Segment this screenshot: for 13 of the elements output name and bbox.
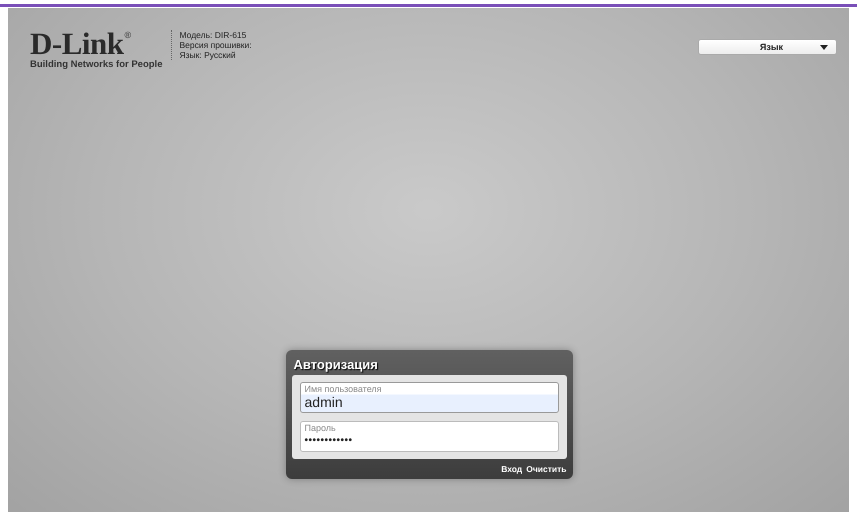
device-info-text: Версия прошивки: xyxy=(180,40,252,50)
input-field[interactable]: Имя пользователя admin xyxy=(300,382,558,413)
input-field[interactable]: Пароль •••••••••••• xyxy=(300,421,558,452)
language-select[interactable]: Язык xyxy=(698,39,837,55)
caret-icon xyxy=(820,44,828,50)
device-info-text: Модель: DIR-615 xyxy=(180,30,248,40)
logo-wordmark: D-Link xyxy=(30,30,124,58)
login-link-button[interactable]: Очистить xyxy=(526,464,566,474)
login-link-button[interactable]: Вход xyxy=(501,464,522,474)
registered-mark: ® xyxy=(124,30,132,40)
device-info-text: Язык: Русский xyxy=(180,50,237,60)
login-title: Авторизация xyxy=(294,357,379,372)
logo-tagline: Building Networks for People xyxy=(30,59,162,70)
